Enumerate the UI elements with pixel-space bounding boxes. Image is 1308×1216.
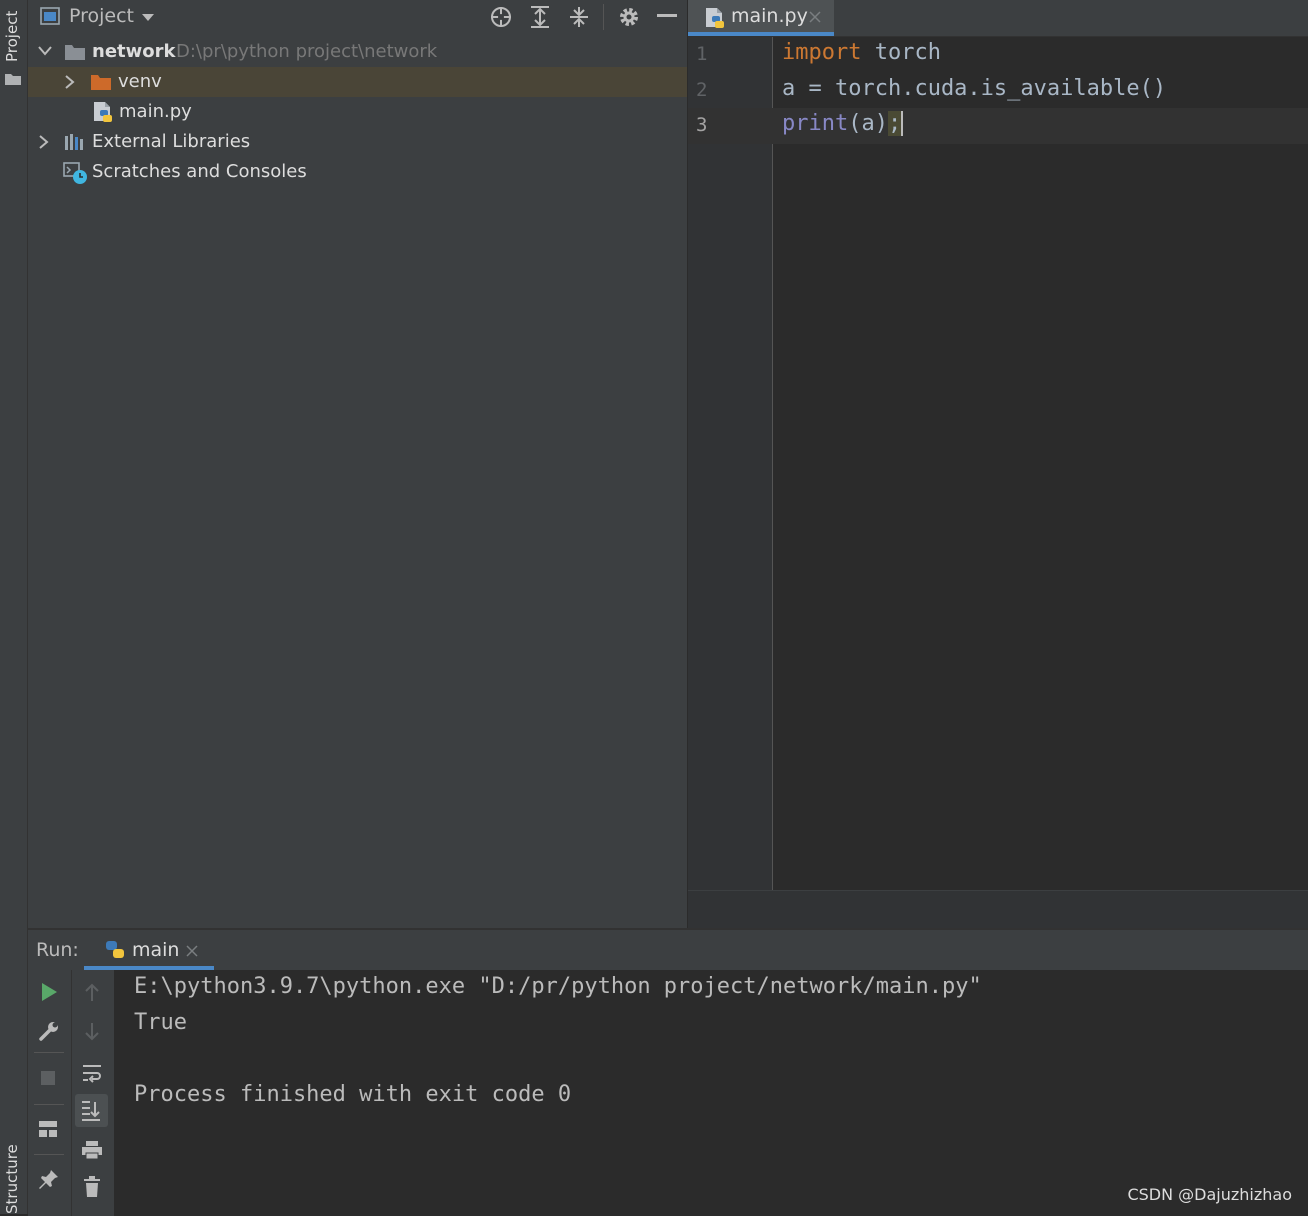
console-line: Process finished with exit code 0 [134, 1082, 572, 1107]
locate-file-icon[interactable] [489, 5, 513, 29]
line-number: 3 [696, 114, 708, 136]
toolbar-divider [34, 1154, 64, 1155]
tree-item-label: Scratches and Consoles [92, 161, 307, 182]
chevron-down-icon[interactable] [141, 13, 155, 22]
python-file-icon [706, 8, 724, 28]
gutter-divider [772, 37, 773, 890]
line-number: 1 [696, 43, 708, 65]
chevron-right-icon[interactable] [65, 75, 75, 89]
arrow-up-icon[interactable] [84, 982, 100, 1002]
tab-label: main.py [731, 5, 808, 27]
chevron-down-icon[interactable] [38, 46, 52, 56]
toolbar-column-divider [71, 970, 72, 1216]
chevron-right-icon[interactable] [39, 135, 49, 149]
scroll-to-end-icon [82, 1101, 100, 1121]
layout-icon[interactable] [38, 1120, 58, 1138]
tree-item-label: network [92, 41, 176, 62]
run-tab-label: main [132, 939, 180, 961]
code-line[interactable]: print(a); [782, 111, 904, 136]
toolbar-divider [34, 1052, 64, 1053]
trash-icon[interactable] [83, 1176, 101, 1198]
watermark: CSDN @Dajuzhizhao [1127, 1185, 1292, 1204]
tree-item-label: venv [118, 71, 162, 92]
run-label: Run: [36, 939, 79, 961]
left-tool-strip: Project Structure [0, 0, 28, 1214]
caret-row-highlight [688, 108, 1308, 144]
code-token-builtin: print [782, 111, 849, 136]
project-panel: Project network D:\pr\python project\net… [28, 0, 687, 928]
project-tool-window-label[interactable]: Project [3, 11, 21, 62]
python-icon [106, 941, 124, 958]
run-tab-main[interactable]: main [84, 930, 214, 970]
console-line: E:\python3.9.7\python.exe "D:/pr/python … [134, 974, 982, 999]
run-toolbar [28, 970, 114, 1216]
code-token-plain: (a) [848, 111, 888, 136]
line-number: 2 [696, 79, 708, 101]
soft-wrap-icon[interactable] [81, 1062, 103, 1084]
run-panel-header: Run: main [28, 930, 1308, 970]
active-tab-indicator [688, 32, 834, 36]
gear-icon[interactable] [617, 5, 641, 29]
editor-tab-bar: main.py [688, 0, 1308, 37]
toolbar-divider [603, 4, 604, 30]
tree-row-main-py[interactable]: main.py [28, 97, 687, 127]
pin-icon[interactable] [38, 1168, 60, 1190]
project-view-title[interactable]: Project [69, 5, 134, 27]
code-line[interactable]: import torch [782, 40, 941, 65]
editor-breadcrumb-bar [688, 890, 1308, 929]
console-line: True [134, 1010, 187, 1035]
project-view-icon [40, 7, 60, 25]
arrow-down-icon[interactable] [84, 1022, 100, 1042]
run-panel: Run: main E:\python3.9.7\python.exe "D:/… [28, 928, 1308, 1216]
project-panel-header: Project [28, 0, 687, 34]
scroll-to-end-toggle[interactable] [75, 1094, 108, 1127]
close-icon[interactable] [186, 945, 198, 957]
tree-item-label: main.py [119, 101, 192, 122]
close-icon[interactable] [809, 11, 821, 23]
tree-item-path: D:\pr\python project\network [176, 41, 438, 62]
scratches-icon [63, 162, 87, 184]
code-token-warn: ; [887, 111, 904, 136]
stop-icon[interactable] [40, 1070, 56, 1086]
libraries-icon [65, 134, 83, 150]
structure-tool-window-label[interactable]: Structure [3, 1144, 21, 1214]
collapse-all-icon[interactable] [567, 5, 591, 29]
code-token-plain: torch [861, 40, 941, 65]
wrench-icon[interactable] [38, 1020, 60, 1042]
tree-row-scratches[interactable]: Scratches and Consoles [28, 157, 687, 187]
tree-row-network[interactable]: network D:\pr\python project\network [28, 37, 687, 67]
editor: main.py 1 import torch 2 a = torch.cuda.is_… [688, 0, 1308, 929]
folder-icon [65, 45, 85, 60]
folder-icon[interactable] [4, 72, 22, 86]
run-icon[interactable] [40, 982, 58, 1002]
expand-all-icon[interactable] [528, 5, 552, 29]
code-line[interactable]: a = torch.cuda.is_available() [782, 76, 1166, 101]
python-file-icon [94, 102, 112, 122]
toolbar-divider [34, 1104, 64, 1105]
print-icon[interactable] [81, 1140, 103, 1160]
excluded-folder-icon [91, 75, 111, 90]
tree-row-external-libraries[interactable]: External Libraries [28, 127, 687, 157]
tab-main-py[interactable]: main.py [688, 0, 834, 36]
code-token-plain: a = torch.cuda.is_available() [782, 76, 1167, 101]
tree-row-venv[interactable]: venv [28, 67, 687, 97]
code-token-keyword: import [782, 40, 862, 65]
tree-item-label: External Libraries [92, 131, 251, 152]
editor-gutter [688, 37, 772, 890]
hide-panel-icon[interactable] [657, 14, 677, 18]
